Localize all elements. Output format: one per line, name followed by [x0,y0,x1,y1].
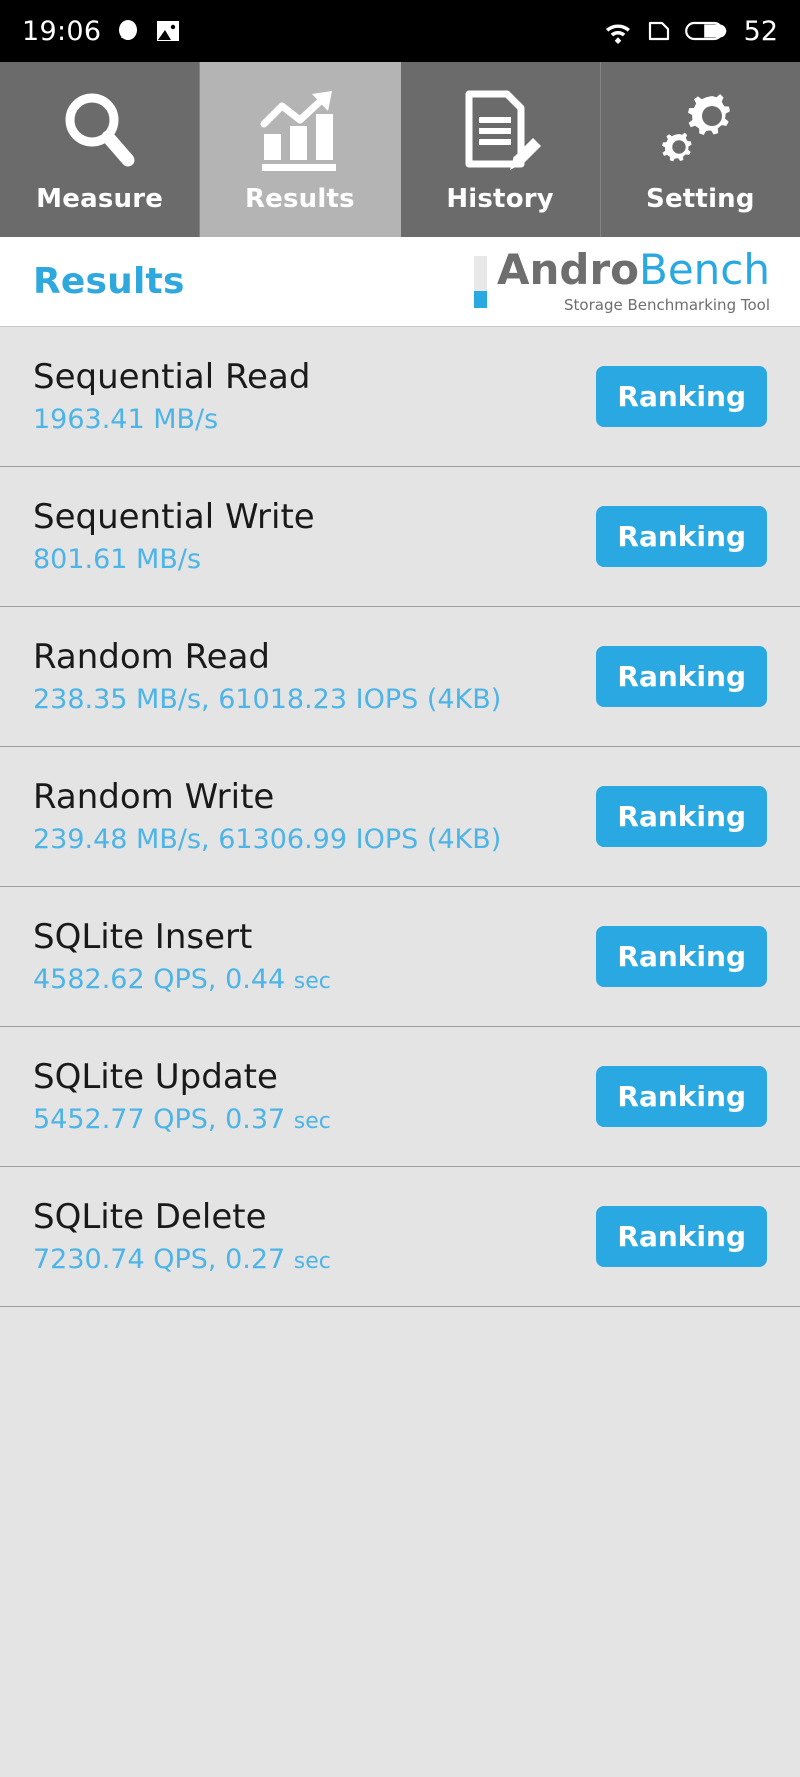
result-texts: Random Write 239.48 MB/s, 61306.99 IOPS … [33,776,501,855]
result-title: SQLite Update [33,1056,278,1097]
result-value-unit: sec [293,1109,331,1135]
page-title: Results [33,261,185,302]
table-row[interactable]: SQLite Delete 7230.74 QPS, 0.27 sec Rank… [0,1167,800,1307]
page-header: Results AndroBench Storage Benchmarking … [0,237,800,327]
result-value: 4582.62 QPS, 0.44 sec [33,964,331,995]
logo-andro: Andro [496,245,640,294]
result-title: Sequential Write [33,496,315,537]
battery-percent-label: 52 [743,15,778,47]
ranking-button[interactable]: Ranking [596,1066,767,1127]
result-value-main: 238.35 MB/s, 61018.23 IOPS (4KB) [33,684,502,716]
result-texts: SQLite Update 5452.77 QPS, 0.37 sec [33,1056,331,1135]
battery-icon [684,18,729,44]
result-value: 238.35 MB/s, 61018.23 IOPS (4KB) [33,684,501,715]
table-row[interactable]: Sequential Write 801.61 MB/s Ranking [0,467,800,607]
tab-history[interactable]: History [400,62,601,237]
result-value-unit: sec [293,969,331,995]
table-row[interactable]: SQLite Insert 4582.62 QPS, 0.44 sec Rank… [0,887,800,1027]
result-value: 7230.74 QPS, 0.27 sec [33,1244,331,1275]
sim-card-icon [646,18,672,44]
androbench-logo: AndroBench Storage Benchmarking Tool [473,249,770,315]
tab-setting-label: Setting [646,183,755,214]
status-bar: 19:06 52 [0,0,800,62]
result-value: 801.61 MB/s [33,544,315,575]
result-texts: SQLite Insert 4582.62 QPS, 0.44 sec [33,916,331,995]
result-value: 5452.77 QPS, 0.37 sec [33,1104,331,1135]
result-value-unit: sec [293,1249,331,1275]
bar-chart-arrow-icon [254,86,346,174]
magnifier-icon [55,86,145,174]
result-title: Random Read [33,636,271,677]
wifi-icon [603,18,633,44]
notification-dot-icon [115,18,141,44]
tab-measure[interactable]: Measure [0,62,201,237]
ranking-button[interactable]: Ranking [596,786,767,847]
ranking-button[interactable]: Ranking [596,1206,767,1267]
result-texts: Random Read 238.35 MB/s, 61018.23 IOPS (… [33,636,501,715]
result-value-main: 1963.41 MB/s [33,404,219,436]
tab-setting[interactable]: Setting [600,62,800,237]
result-title: SQLite Delete [33,1196,267,1237]
result-title: Random Write [33,776,275,817]
result-title: SQLite Insert [33,916,253,957]
tab-results-label: Results [244,183,355,214]
tab-history-label: History [446,183,554,214]
ranking-button[interactable]: Ranking [596,646,767,707]
ranking-button[interactable]: Ranking [596,366,767,427]
logo-text: AndroBench Storage Benchmarking Tool [497,249,770,315]
result-texts: Sequential Write 801.61 MB/s [33,496,315,575]
results-list: Sequential Read 1963.41 MB/s Ranking Seq… [0,327,800,1307]
result-value-main: 5452.77 QPS, 0.37 [33,1104,286,1136]
logo-wordmark: AndroBench [497,249,770,291]
result-texts: SQLite Delete 7230.74 QPS, 0.27 sec [33,1196,331,1275]
result-value: 239.48 MB/s, 61306.99 IOPS (4KB) [33,824,501,855]
ranking-button[interactable]: Ranking [596,506,767,567]
result-title: Sequential Read [33,356,311,397]
result-texts: Sequential Read 1963.41 MB/s [33,356,311,435]
status-clock: 19:06 [22,15,102,47]
result-value: 1963.41 MB/s [33,404,310,435]
result-value-main: 801.61 MB/s [33,544,202,576]
screenshot-icon [155,18,181,44]
table-row[interactable]: SQLite Update 5452.77 QPS, 0.37 sec Rank… [0,1027,800,1167]
result-value-main: 239.48 MB/s, 61306.99 IOPS (4KB) [33,824,502,856]
ranking-button[interactable]: Ranking [596,926,767,987]
tab-measure-label: Measure [36,183,164,214]
logo-bar-icon [473,255,487,308]
result-value-main: 4582.62 QPS, 0.44 [33,964,286,996]
table-row[interactable]: Random Read 238.35 MB/s, 61018.23 IOPS (… [0,607,800,747]
gears-icon [654,86,746,174]
status-bar-right: 52 [603,16,778,47]
document-pencil-icon [455,86,545,174]
tab-results[interactable]: Results [200,62,401,237]
table-row[interactable]: Random Write 239.48 MB/s, 61306.99 IOPS … [0,747,800,887]
result-value-main: 7230.74 QPS, 0.27 [33,1244,286,1276]
status-bar-left: 19:06 [22,16,181,47]
logo-subtitle: Storage Benchmarking Tool [564,296,770,314]
tab-bar: Measure Results History Setting [0,62,800,237]
table-row[interactable]: Sequential Read 1963.41 MB/s Ranking [0,327,800,467]
logo-bench: Bench [639,245,770,294]
